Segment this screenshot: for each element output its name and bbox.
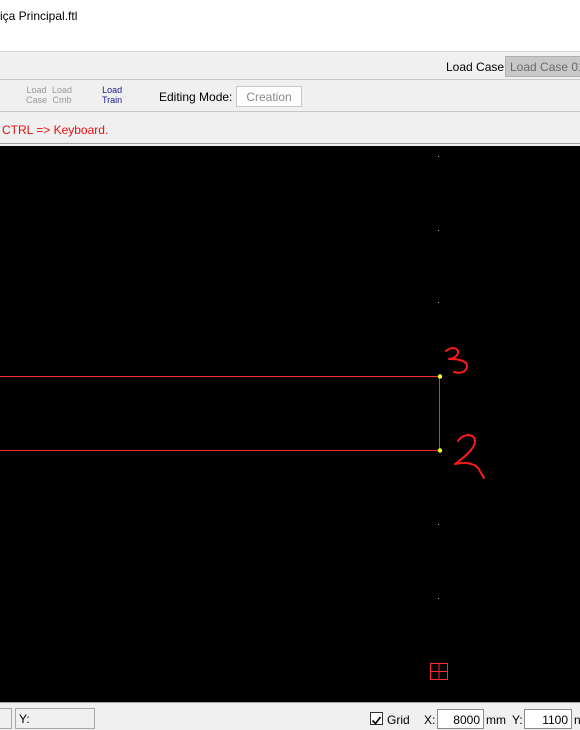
- status-message-bar: CTRL => Keyboard.: [0, 113, 580, 144]
- checkmark-icon: [371, 716, 382, 725]
- load-combination-button[interactable]: Load Cmb: [52, 85, 72, 105]
- handwritten-annotations: [445, 347, 485, 479]
- load-case-select[interactable]: Load Case 01: [505, 56, 580, 77]
- grid-x-unit: mm: [486, 713, 506, 727]
- grid-y-label: Y:: [512, 713, 523, 727]
- grid-dot: [438, 598, 439, 599]
- annotation-number-3: [445, 347, 468, 374]
- canvas-svg[interactable]: [0, 146, 580, 702]
- grid-y-spacing-input[interactable]: 1100: [524, 709, 572, 729]
- element-lines: [0, 376, 440, 451]
- coordinate-bar: Y: Grid X: 8000 mm Y: 1100 n: [0, 702, 580, 730]
- annotation-number-2: [454, 434, 485, 479]
- grid-x-spacing-input[interactable]: 8000: [437, 709, 484, 729]
- editing-mode-label: Editing Mode:: [159, 90, 233, 104]
- grid-crosshair-icon[interactable]: [430, 663, 448, 680]
- load-case-label: Load Case:: [446, 60, 508, 74]
- load-case-bar: Load Case: Load Case 01: [0, 53, 580, 80]
- grid-x-label: X:: [424, 713, 436, 727]
- editing-mode-field[interactable]: Creation: [236, 86, 302, 107]
- toolbar: Load Case Load Cmb Load Train Editing Mo…: [0, 81, 580, 112]
- load-case-button[interactable]: Load Case: [26, 85, 47, 105]
- node-3[interactable]: [437, 374, 443, 379]
- app-window: iça Principal.ftl Load Case: Load Case 0…: [0, 0, 580, 730]
- window-title: iça Principal.ftl: [0, 9, 78, 23]
- y-coordinate-readout: Y:: [15, 708, 95, 729]
- title-bar: iça Principal.ftl: [0, 0, 580, 52]
- load-train-button[interactable]: Load Train: [102, 85, 122, 105]
- grid-y-unit: n: [574, 713, 580, 727]
- grid-checkbox[interactable]: [370, 712, 383, 725]
- grid-dot: [438, 156, 439, 157]
- grid-label: Grid: [387, 713, 410, 727]
- node-2[interactable]: [437, 448, 443, 453]
- x-coordinate-readout: [0, 708, 12, 729]
- grid-dot: [438, 302, 439, 303]
- grid-dot: [438, 524, 439, 525]
- drawing-canvas[interactable]: [0, 146, 580, 702]
- status-message: CTRL => Keyboard.: [2, 123, 109, 137]
- grid-dot: [438, 230, 439, 231]
